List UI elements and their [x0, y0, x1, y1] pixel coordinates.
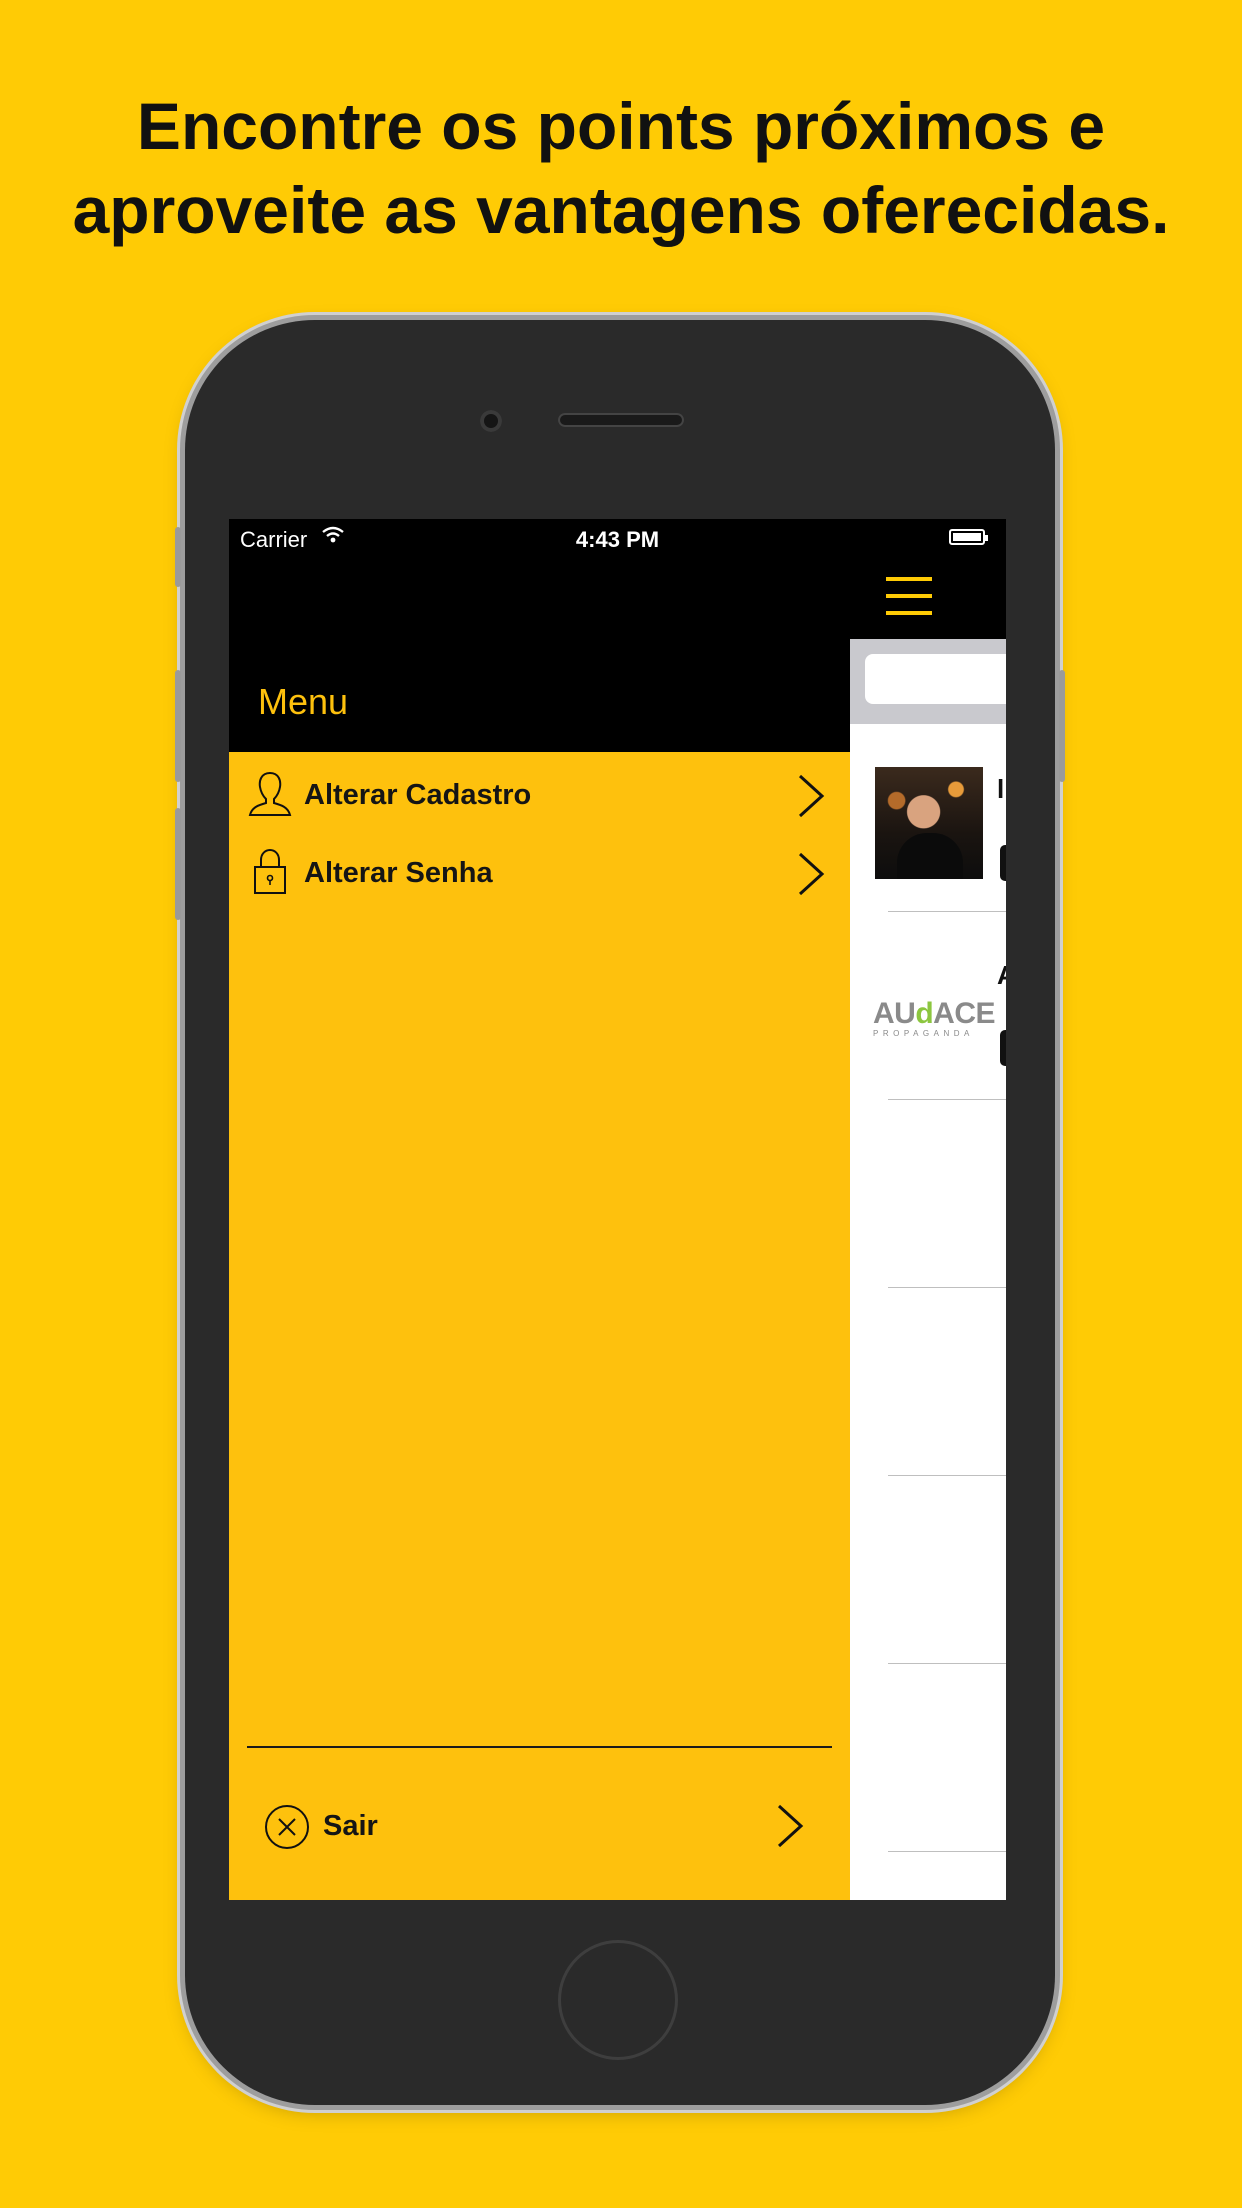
headline-line-2: aproveite as vantagens oferecidas.: [72, 173, 1170, 247]
list-item[interactable]: [850, 1100, 1006, 1288]
logo-wordmark: AUdACE: [873, 997, 996, 1030]
main-content-panel: l AUdACE PROPAGANDA A: [850, 519, 1006, 1900]
status-bar: Carrier 4:43 PM: [229, 519, 1006, 559]
menu-item-alterar-cadastro[interactable]: Alterar Cadastro: [229, 757, 850, 835]
list-item[interactable]: AUdACE PROPAGANDA A: [850, 912, 1006, 1100]
battery-icon: [949, 529, 988, 545]
list-item[interactable]: [850, 1664, 1006, 1852]
list-item[interactable]: [850, 1476, 1006, 1664]
list-item-badge: [1000, 1030, 1006, 1066]
drawer-title: Menu: [258, 681, 349, 722]
home-button[interactable]: [558, 1940, 678, 2060]
chevron-right-icon: [798, 774, 825, 818]
power-button: [1059, 670, 1065, 782]
headline-line-1: Encontre os points próximos e: [136, 89, 1106, 163]
search-input[interactable]: [865, 654, 1006, 704]
close-circle-icon: [265, 1805, 309, 1849]
volume-down-button: [175, 808, 181, 920]
menu-item-label: Alterar Senha: [304, 857, 493, 889]
promo-headline: Encontre os points próximos e aproveite …: [0, 84, 1242, 252]
logo-subtitle: PROPAGANDA: [873, 1029, 974, 1038]
chevron-right-icon: [777, 1804, 804, 1848]
person-photo: [875, 767, 983, 879]
search-bar: [850, 639, 1006, 724]
status-time: 4:43 PM: [575, 527, 660, 552]
menu-item-label: Alterar Cadastro: [304, 779, 532, 811]
logout-label: Sair: [323, 1810, 378, 1842]
menu-item-alterar-senha[interactable]: Alterar Senha: [229, 835, 850, 913]
lock-icon: [254, 848, 286, 894]
volume-up-button: [175, 670, 181, 782]
list-item-badge: [1000, 845, 1006, 881]
earpiece-speaker: [558, 413, 684, 427]
user-icon: [248, 771, 292, 816]
mute-switch: [175, 527, 181, 587]
list-separator: [888, 1851, 1006, 1852]
app-screen: Carrier 4:43 PM l AUdACE PROPAGANDA Menu…: [229, 519, 1006, 1900]
drawer-divider: [247, 1746, 832, 1748]
chevron-right-icon: [798, 852, 825, 896]
list-item[interactable]: [850, 1288, 1006, 1476]
hamburger-menu-icon[interactable]: [886, 577, 932, 617]
logout-button[interactable]: Sair: [229, 1781, 850, 1871]
list-item[interactable]: l: [850, 724, 1006, 912]
audace-logo: AUdACE PROPAGANDA: [873, 997, 996, 1047]
list-item-title: l: [997, 774, 1005, 798]
front-camera: [480, 410, 502, 432]
side-drawer: Menu Alterar Cadastro Alterar Senha Sair: [229, 519, 850, 1900]
list-item-title: A: [997, 960, 1006, 984]
